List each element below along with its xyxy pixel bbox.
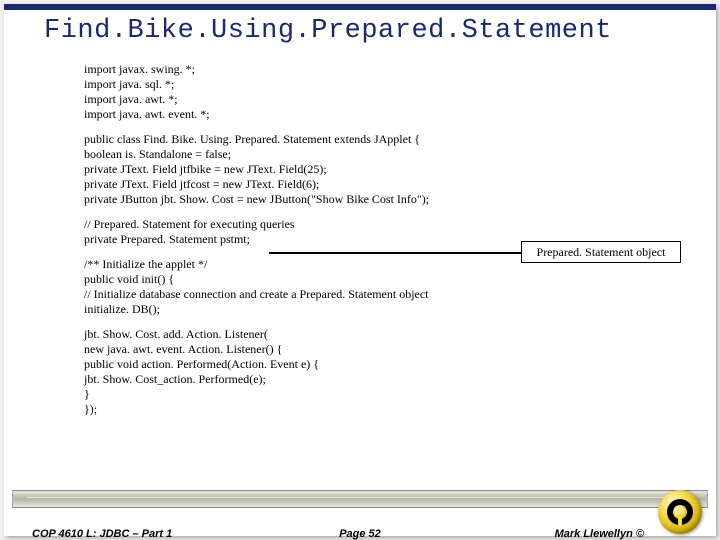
code-line: jbt. Show. Cost. add. Action. Listener( — [84, 327, 656, 342]
code-line: boolean is. Standalone = false; — [84, 147, 656, 162]
code-line: import javax. swing. *; — [84, 62, 656, 77]
code-line: import java. awt. *; — [84, 92, 656, 107]
callout-text: Prepared. Statement object — [537, 245, 666, 260]
code-line: new java. awt. event. Action. Listener()… — [84, 342, 656, 357]
code-content: import javax. swing. *; import java. sql… — [84, 62, 656, 417]
footer-author: Mark Llewellyn © — [555, 528, 644, 540]
slide-title: Find.Bike.Using.Prepared.Statement — [44, 16, 612, 46]
callout-connector — [269, 252, 521, 254]
code-line: private JText. Field jtfcost = new JText… — [84, 177, 656, 192]
callout-box: Prepared. Statement object — [521, 241, 681, 263]
footer-bar — [12, 490, 708, 508]
code-line: import java. awt. event. *; — [84, 107, 656, 122]
code-line: private JButton jbt. Show. Cost = new JB… — [84, 192, 656, 207]
slide: Find.Bike.Using.Prepared.Statement impor… — [4, 4, 716, 536]
code-line: public class Find. Bike. Using. Prepared… — [84, 132, 656, 147]
code-line: import java. sql. *; — [84, 77, 656, 92]
top-accent-bar — [4, 4, 716, 10]
code-line: public void init() { — [84, 272, 656, 287]
ucf-logo — [658, 490, 702, 534]
code-line: // Initialize database connection and cr… — [84, 287, 656, 302]
code-line: public void action. Performed(Action. Ev… — [84, 357, 656, 372]
code-line: private JText. Field jtfbike = new JText… — [84, 162, 656, 177]
code-line: jbt. Show. Cost_action. Performed(e); — [84, 372, 656, 387]
code-line: }); — [84, 402, 656, 417]
code-line: initialize. DB(); — [84, 302, 656, 317]
code-line: // Prepared. Statement for executing que… — [84, 217, 656, 232]
code-line: } — [84, 387, 656, 402]
